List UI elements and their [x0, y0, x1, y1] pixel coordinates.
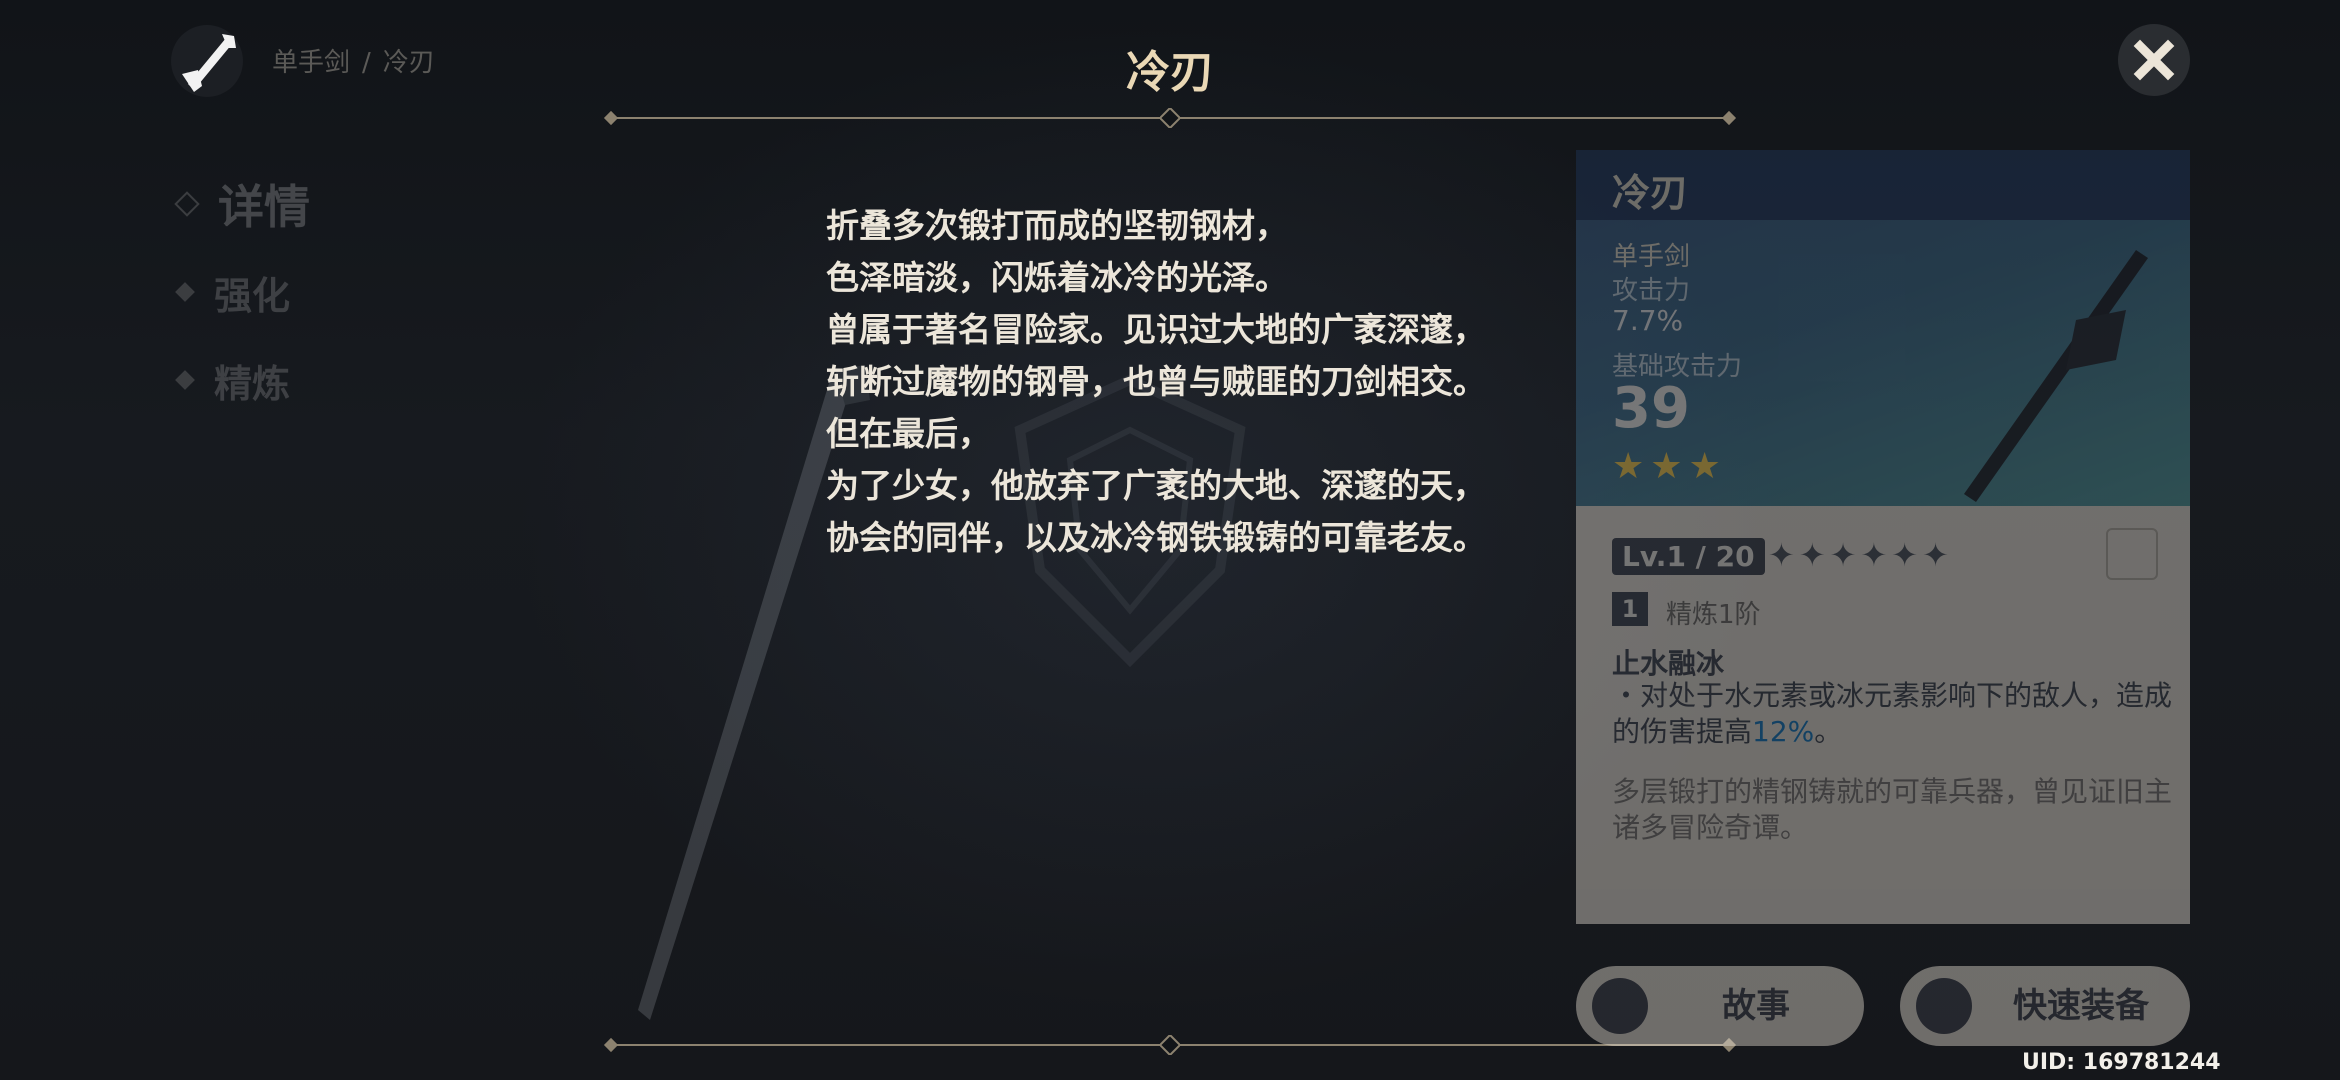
story-button-label: 故事: [1722, 986, 1790, 1026]
page-title: 冷刃: [1126, 47, 1214, 98]
tab-details[interactable]: 详情: [170, 160, 310, 248]
tab-refine[interactable]: 精炼: [170, 336, 310, 424]
side-tabs: 详情 强化 精炼: [170, 160, 310, 424]
base-atk-value: 39: [1612, 376, 1690, 441]
passive-highlight: 12%: [1752, 715, 1815, 748]
lock-icon[interactable]: [2106, 528, 2158, 580]
passive-description: ・对处于水元素或冰元素影响下的敌人，造成的伤害提高12%。: [1612, 679, 2173, 748]
substat-value: 7.7%: [1612, 304, 1684, 337]
level-badge: Lv.1 / 20: [1612, 538, 1765, 575]
refinement-label: 精炼1阶: [1666, 600, 1761, 630]
story-line: 曾属于著名冒险家。见识过大地的广袤深邃，: [826, 310, 1486, 349]
story-line: 为了少女，他放弃了广袤的大地、深邃的天，: [826, 466, 1486, 505]
passive-name: 止水融冰: [1612, 647, 1725, 680]
weapon-image: [1964, 250, 2148, 502]
quick-equip-button[interactable]: 快速装备: [1900, 966, 2190, 1046]
uid-label: UID: 169781244: [2022, 1050, 2221, 1075]
weapon-name: 冷刃: [1612, 171, 1689, 215]
quick-equip-label: 快速装备: [2013, 986, 2149, 1026]
close-button[interactable]: [2118, 24, 2190, 96]
story-button[interactable]: 故事: [1576, 966, 1864, 1046]
story-line: 协会的同伴，以及冰冷钢铁锻铸的可靠老友。: [826, 518, 1486, 557]
rarity-stars: ★★★: [1612, 446, 1727, 487]
weapon-type: 单手剑: [1612, 242, 1691, 272]
tab-label: 精炼: [214, 361, 291, 406]
substat-label: 攻击力: [1612, 276, 1691, 306]
story-line: 折叠多次锻打而成的坚韧钢材，: [826, 206, 1288, 245]
ring-icon: [1916, 978, 1972, 1034]
title-divider: [603, 108, 1737, 128]
weapon-flavor-text: 多层锻打的精钢铸就的可靠兵器，曾见证旧主诸多冒险奇谭。: [1612, 775, 2173, 844]
info-icon: [1592, 978, 1648, 1034]
card-details: Lv.1 / 20 ✦✦✦✦✦✦ 1 精炼1阶 止水融冰 ・对处于水元素或冰元素…: [1576, 506, 2190, 924]
story-line: 斩断过魔物的钢骨，也曾与贼匪的刀剑相交。: [826, 362, 1486, 401]
tab-label: 强化: [214, 273, 291, 318]
story-line: 色泽暗淡，闪烁着冰冷的光泽。: [826, 258, 1288, 297]
ascension-stars: ✦✦✦✦✦✦: [1768, 536, 1953, 574]
weapon-story: 折叠多次锻打而成的坚韧钢材， 色泽暗淡，闪烁着冰冷的光泽。 曾属于著名冒险家。见…: [826, 200, 1546, 564]
tab-label: 详情: [218, 180, 310, 234]
tab-enhance[interactable]: 强化: [170, 248, 310, 336]
refinement-badge: 1: [1612, 592, 1648, 626]
weapon-card: 冷刃 单手剑 攻击力 7.7% 基础攻击力 39 ★★★ Lv.1 / 20 ✦…: [1576, 150, 2190, 924]
close-icon: [2133, 39, 2175, 81]
bottom-divider: [603, 1035, 1737, 1055]
story-line: 但在最后，: [826, 414, 991, 453]
